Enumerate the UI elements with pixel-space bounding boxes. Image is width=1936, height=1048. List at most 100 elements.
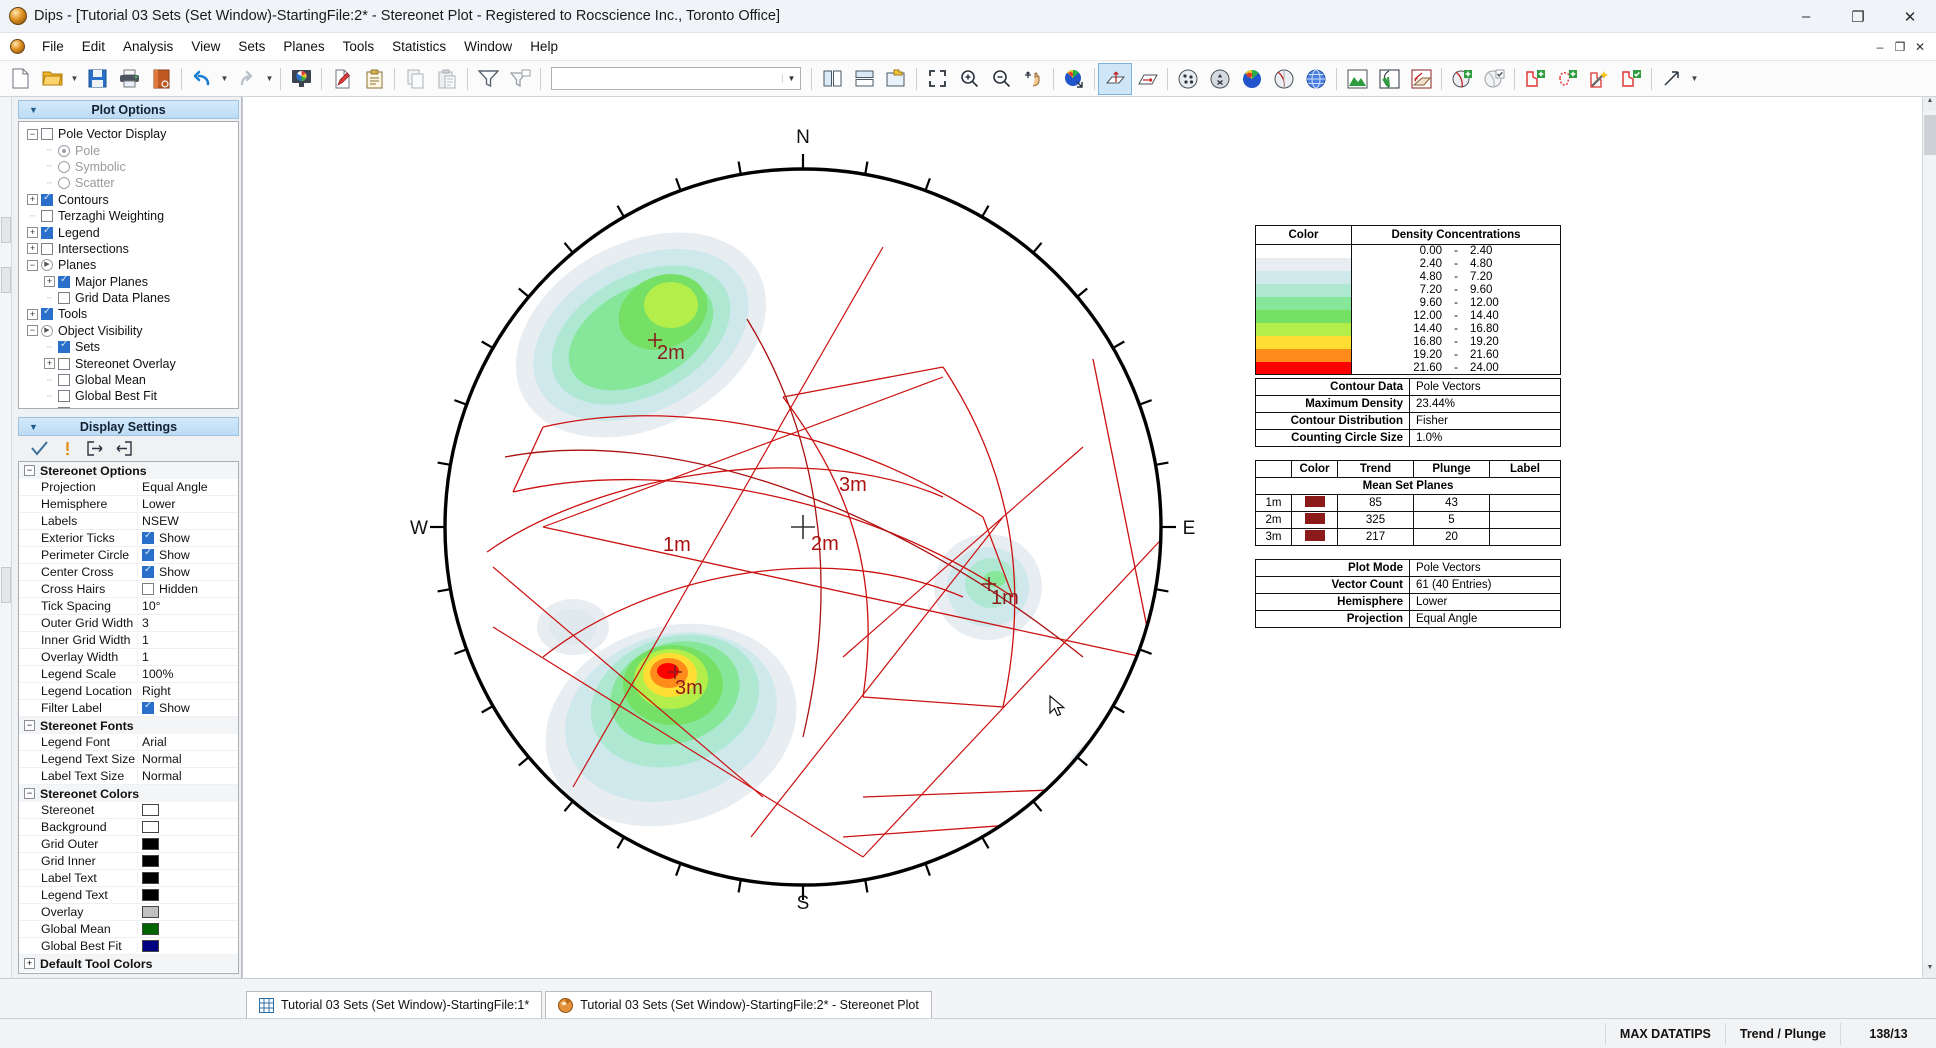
tree-item-major-planes[interactable]: +Major Planes (21, 274, 238, 290)
add-freehand-set-icon[interactable] (1551, 64, 1583, 94)
tree-checkbox-traverses[interactable] (58, 407, 70, 409)
open-folder-icon[interactable] (36, 64, 68, 94)
tree-checkbox-major-planes[interactable] (58, 276, 70, 288)
redo-icon[interactable] (231, 64, 263, 94)
menu-item-view[interactable]: View (182, 36, 229, 57)
color-swatch[interactable] (142, 855, 159, 867)
property-row-legend-location[interactable]: Legend LocationRight (19, 683, 238, 700)
filter-icon[interactable] (472, 64, 504, 94)
property-value[interactable] (137, 855, 238, 867)
property-row-inner-grid-width[interactable]: Inner Grid Width1 (19, 632, 238, 649)
zoom-stereonet-icon[interactable] (1058, 64, 1090, 94)
group-expander-icon[interactable]: + (24, 958, 35, 969)
property-row-legend-font[interactable]: Legend FontArial (19, 734, 238, 751)
scroll-down-arrow-icon[interactable]: ▼ (1923, 964, 1936, 978)
tile-horizontal-icon[interactable] (848, 64, 880, 94)
display-settings-grid[interactable]: −Stereonet OptionsProjectionEqual AngleH… (18, 461, 239, 974)
arrow-dropdown-arrow-icon[interactable]: ▼ (1688, 64, 1701, 94)
export-settings-icon[interactable] (82, 438, 108, 459)
property-checkbox[interactable] (142, 583, 154, 595)
property-value[interactable] (137, 872, 238, 884)
close-button[interactable]: ✕ (1884, 0, 1936, 33)
property-value[interactable]: NSEW (137, 514, 238, 528)
vertical-scrollbar[interactable]: ▲ ▼ (1922, 97, 1936, 978)
tree-item-symbolic[interactable]: ┈Symbolic (21, 159, 238, 175)
property-group-stereonet-options[interactable]: −Stereonet Options (19, 462, 238, 479)
property-row-cross-hairs[interactable]: Cross HairsHidden (19, 581, 238, 598)
clipboard-icon[interactable] (358, 64, 390, 94)
tree-checkbox-grid-data-planes[interactable] (58, 292, 70, 304)
mdi-minimize-button[interactable]: ‒ (1870, 40, 1890, 54)
property-value[interactable]: Lower (137, 497, 238, 511)
filter-clear-icon[interactable] (504, 64, 536, 94)
property-group-default-tool-colors[interactable]: +Default Tool Colors (19, 955, 238, 972)
tree-radio-symbolic[interactable] (58, 161, 70, 173)
property-row-legend-scale[interactable]: Legend Scale100% (19, 666, 238, 683)
rail-tab-3[interactable] (1, 567, 11, 603)
add-plane-checked-icon[interactable] (1478, 64, 1510, 94)
scrollbar-thumb[interactable] (1924, 115, 1936, 155)
display-options-icon[interactable] (285, 64, 317, 94)
rosette-plot-icon[interactable] (1373, 64, 1405, 94)
color-swatch[interactable] (142, 838, 159, 850)
property-group-stereonet-colors[interactable]: −Stereonet Colors (19, 785, 238, 802)
chevron-down-icon[interactable]: ▼ (782, 74, 800, 83)
property-value[interactable]: Show (137, 701, 238, 715)
arrow-tool-icon[interactable] (1656, 64, 1688, 94)
rosette-icon[interactable] (1268, 64, 1300, 94)
tree-expander-icon[interactable]: − (27, 260, 38, 271)
tree-expander-icon[interactable]: + (27, 227, 38, 238)
property-value[interactable]: Right (137, 684, 238, 698)
property-value[interactable]: Normal (137, 769, 238, 783)
redo-dropdown-arrow-icon[interactable]: ▼ (263, 64, 276, 94)
tree-expander-icon[interactable]: + (44, 276, 55, 287)
set-checked-icon[interactable] (1615, 64, 1647, 94)
print-icon[interactable] (113, 64, 145, 94)
tree-play-icon[interactable]: ▶ (41, 259, 53, 271)
tree-item-scatter[interactable]: ┈Scatter (21, 175, 238, 191)
scroll-up-arrow-icon[interactable]: ▲ (1923, 97, 1936, 111)
save-icon[interactable] (81, 64, 113, 94)
menu-item-planes[interactable]: Planes (274, 36, 333, 57)
property-value[interactable] (137, 821, 238, 833)
tree-checkbox-intersections[interactable] (41, 243, 53, 255)
property-row-background[interactable]: Background (19, 819, 238, 836)
color-swatch[interactable] (142, 906, 159, 918)
color-swatch[interactable] (142, 872, 159, 884)
property-row-labels[interactable]: LabelsNSEW (19, 513, 238, 530)
plane-vector-icon[interactable] (1131, 64, 1163, 94)
tree-checkbox-stereonet-overlay[interactable] (58, 358, 70, 370)
scatter-plot-icon[interactable] (1172, 64, 1204, 94)
terrain-icon[interactable] (1341, 64, 1373, 94)
collapse-caret-icon[interactable]: ▼ (29, 105, 38, 115)
apply-check-icon[interactable] (26, 438, 52, 459)
undo-dropdown-arrow-icon[interactable]: ▼ (218, 64, 231, 94)
pan-icon[interactable] (1017, 64, 1049, 94)
tree-item-planes[interactable]: −▶Planes (21, 257, 238, 273)
property-row-hemisphere[interactable]: HemisphereLower (19, 496, 238, 513)
tree-expander-icon[interactable]: + (27, 243, 38, 254)
import-settings-icon[interactable] (110, 438, 136, 459)
property-row-tick-spacing[interactable]: Tick Spacing10° (19, 598, 238, 615)
property-value[interactable]: 1 (137, 650, 238, 664)
plot-options-tree[interactable]: −Pole Vector Display┈Pole┈Symbolic┈Scatt… (18, 121, 239, 409)
property-row-label-text[interactable]: Label Text (19, 870, 238, 887)
property-checkbox[interactable] (142, 702, 154, 714)
tree-checkbox-global-mean[interactable] (58, 374, 70, 386)
group-expander-icon[interactable]: − (24, 465, 35, 476)
tree-radio-pole[interactable] (58, 145, 70, 157)
magic-wand-set-icon[interactable] (1583, 64, 1615, 94)
property-row-overlay[interactable]: Overlay (19, 904, 238, 921)
tree-expander-icon[interactable]: + (27, 309, 38, 320)
toolbar-combo-box[interactable]: ▼ (551, 67, 801, 90)
maximize-button[interactable]: ❐ (1832, 0, 1884, 33)
new-file-icon[interactable] (4, 64, 36, 94)
zoom-all-icon[interactable] (921, 64, 953, 94)
tree-item-legend[interactable]: +Legend (21, 224, 238, 240)
paste-icon[interactable] (431, 64, 463, 94)
property-row-outer-grid-width[interactable]: Outer Grid Width3 (19, 615, 238, 632)
property-value[interactable] (137, 838, 238, 850)
menu-item-sets[interactable]: Sets (229, 36, 274, 57)
tree-item-global-mean[interactable]: ┈Global Mean (21, 372, 238, 388)
tile-vertical-icon[interactable] (816, 64, 848, 94)
